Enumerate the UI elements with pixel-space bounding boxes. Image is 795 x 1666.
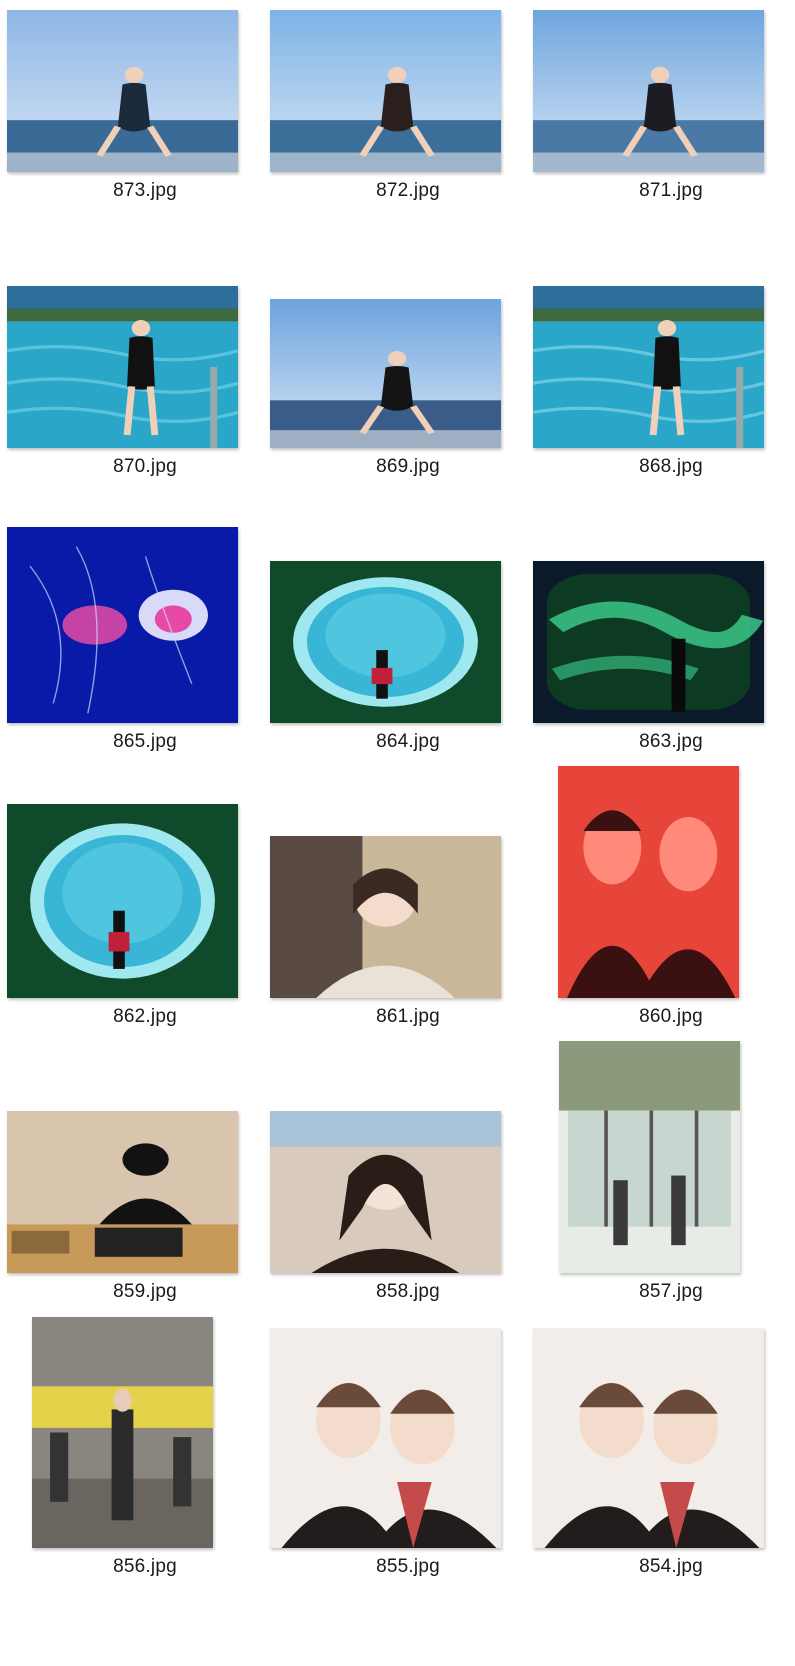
image-thumbnail[interactable] <box>7 1111 238 1273</box>
image-thumbnail[interactable] <box>533 10 764 172</box>
photo-preview <box>32 1317 213 1548</box>
photo-preview <box>533 286 764 448</box>
photo-preview <box>7 1111 238 1273</box>
thumbnail-frame <box>7 276 283 526</box>
file-name-label[interactable]: 873.jpg <box>7 180 283 202</box>
image-thumbnail[interactable] <box>7 286 238 448</box>
file-tile[interactable]: 870.jpg <box>7 276 283 566</box>
file-tile[interactable]: 861.jpg <box>270 826 546 1116</box>
thumbnail-frame <box>270 551 546 801</box>
photo-preview <box>533 10 764 172</box>
file-thumbnail-grid: 873.jpg 872.jpg 871.jpg 870.jpg 869.jpg … <box>0 0 795 1653</box>
file-name-label[interactable]: 872.jpg <box>270 180 546 202</box>
file-tile[interactable]: 862.jpg <box>7 804 283 1116</box>
image-thumbnail[interactable] <box>533 1328 764 1548</box>
file-tile[interactable]: 856.jpg <box>7 1317 283 1666</box>
thumbnail-frame <box>7 1317 283 1626</box>
image-thumbnail[interactable] <box>7 10 238 172</box>
thumbnail-frame <box>533 766 795 1076</box>
photo-preview <box>533 561 764 723</box>
image-thumbnail[interactable] <box>270 836 501 998</box>
file-name-label[interactable]: 855.jpg <box>270 1556 546 1578</box>
photo-preview <box>270 561 501 723</box>
photo-preview <box>270 10 501 172</box>
file-name-label[interactable]: 860.jpg <box>533 1006 795 1028</box>
thumbnail-frame <box>7 804 283 1076</box>
thumbnail-frame <box>7 527 283 801</box>
file-tile[interactable]: 871.jpg <box>533 0 795 290</box>
file-name-label[interactable]: 854.jpg <box>533 1556 795 1578</box>
photo-preview <box>270 1328 501 1548</box>
image-thumbnail[interactable] <box>32 1317 213 1548</box>
photo-preview <box>270 836 501 998</box>
image-thumbnail[interactable] <box>270 561 501 723</box>
image-thumbnail[interactable] <box>270 1111 501 1273</box>
file-name-label[interactable]: 861.jpg <box>270 1006 546 1028</box>
file-name-label[interactable]: 858.jpg <box>270 1281 546 1303</box>
thumbnail-frame <box>270 826 546 1076</box>
thumbnail-frame <box>533 1041 795 1351</box>
file-tile[interactable]: 855.jpg <box>270 1328 546 1666</box>
image-thumbnail[interactable] <box>270 1328 501 1548</box>
photo-preview <box>7 286 238 448</box>
file-tile[interactable]: 864.jpg <box>270 551 546 841</box>
image-thumbnail[interactable] <box>270 10 501 172</box>
file-name-label[interactable]: 865.jpg <box>7 731 283 753</box>
file-name-label[interactable]: 869.jpg <box>270 456 546 478</box>
file-name-label[interactable]: 871.jpg <box>533 180 795 202</box>
file-name-label[interactable]: 868.jpg <box>533 456 795 478</box>
photo-preview <box>7 10 238 172</box>
photo-preview <box>533 1328 764 1548</box>
thumbnail-frame <box>533 276 795 526</box>
file-name-label[interactable]: 862.jpg <box>7 1006 283 1028</box>
photo-preview <box>7 804 238 998</box>
thumbnail-frame <box>270 276 546 526</box>
file-tile[interactable]: 854.jpg <box>533 1328 795 1666</box>
thumbnail-frame <box>533 1328 795 1626</box>
image-thumbnail[interactable] <box>7 804 238 998</box>
image-thumbnail[interactable] <box>558 766 739 998</box>
file-name-label[interactable]: 864.jpg <box>270 731 546 753</box>
photo-preview <box>270 1111 501 1273</box>
thumbnail-frame <box>7 1101 283 1351</box>
file-name-label[interactable]: 870.jpg <box>7 456 283 478</box>
file-name-label[interactable]: 859.jpg <box>7 1281 283 1303</box>
photo-preview <box>7 527 238 723</box>
thumbnail-frame <box>270 1328 546 1626</box>
file-tile[interactable]: 873.jpg <box>7 0 283 290</box>
file-name-label[interactable]: 856.jpg <box>7 1556 283 1578</box>
image-thumbnail[interactable] <box>559 1041 740 1273</box>
file-tile[interactable]: 872.jpg <box>270 0 546 290</box>
image-thumbnail[interactable] <box>533 561 764 723</box>
image-thumbnail[interactable] <box>533 286 764 448</box>
image-thumbnail[interactable] <box>270 299 501 448</box>
file-name-label[interactable]: 857.jpg <box>533 1281 795 1303</box>
thumbnail-frame <box>270 1101 546 1351</box>
thumbnail-frame <box>533 0 795 250</box>
file-name-label[interactable]: 863.jpg <box>533 731 795 753</box>
file-tile[interactable]: 865.jpg <box>7 527 283 841</box>
file-tile[interactable]: 868.jpg <box>533 276 795 566</box>
photo-preview <box>270 299 501 448</box>
file-tile[interactable]: 869.jpg <box>270 276 546 566</box>
thumbnail-frame <box>270 0 546 250</box>
photo-preview <box>559 1041 740 1273</box>
image-thumbnail[interactable] <box>7 527 238 723</box>
thumbnail-frame <box>533 551 795 801</box>
photo-preview <box>558 766 739 998</box>
thumbnail-frame <box>7 0 283 250</box>
